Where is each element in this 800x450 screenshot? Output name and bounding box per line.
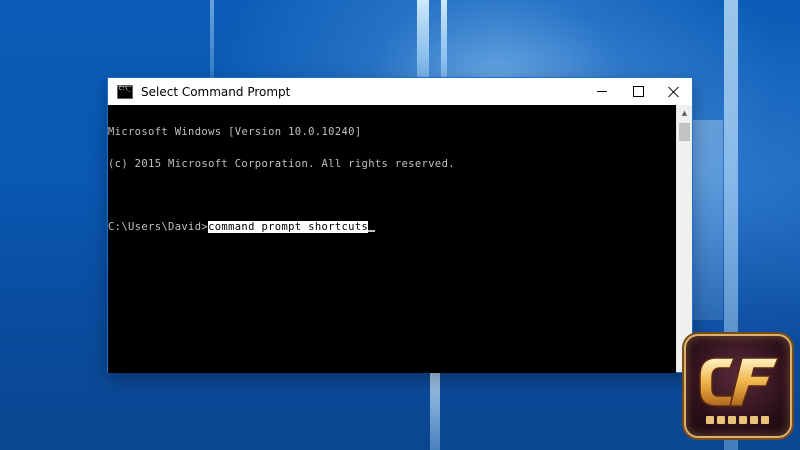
minimize-button[interactable] — [584, 78, 620, 105]
console-line: (c) 2015 Microsoft Corporation. All righ… — [108, 157, 455, 170]
wallpaper-light-beam — [441, 0, 447, 80]
wallpaper-light-glow — [693, 120, 723, 320]
logo-graphic — [699, 357, 780, 424]
console-icon[interactable] — [117, 84, 133, 99]
maximize-icon — [632, 86, 644, 97]
scrollbar-thumb[interactable] — [679, 123, 690, 141]
console-prompt-line: C:\Users\David>command prompt shortcuts — [108, 220, 676, 233]
console-output[interactable]: Microsoft Windows [Version 10.0.10240] (… — [108, 105, 676, 373]
window-titlebar[interactable]: Select Command Prompt — [108, 78, 692, 105]
console-line: Microsoft Windows [Version 10.0.10240] — [108, 126, 362, 138]
close-button[interactable] — [656, 78, 692, 105]
window-title: Select Command Prompt — [141, 84, 291, 99]
command-prompt-window[interactable]: Select Command Prompt Microsoft Windows … — [108, 78, 692, 373]
wallpaper-light-beam — [417, 0, 429, 80]
logo-letter-f — [729, 357, 780, 407]
scroll-up-arrow-icon: ▲ — [681, 109, 688, 117]
wallpaper-light-beam — [430, 372, 440, 450]
vertical-scrollbar[interactable]: ▲ — [676, 105, 692, 372]
selected-text[interactable]: command prompt shortcuts — [208, 220, 369, 233]
text-cursor — [368, 229, 376, 232]
maximize-button[interactable] — [620, 78, 656, 105]
logo-letter-c — [699, 357, 738, 407]
watermark-logo — [684, 334, 792, 438]
console-prompt: C:\Users\David> — [108, 220, 209, 233]
minimize-icon — [597, 91, 607, 92]
logo-wordmark-graphic — [706, 416, 769, 424]
scroll-up-button[interactable]: ▲ — [677, 105, 692, 121]
close-icon — [668, 86, 680, 98]
wallpaper-light-beam — [210, 0, 214, 80]
